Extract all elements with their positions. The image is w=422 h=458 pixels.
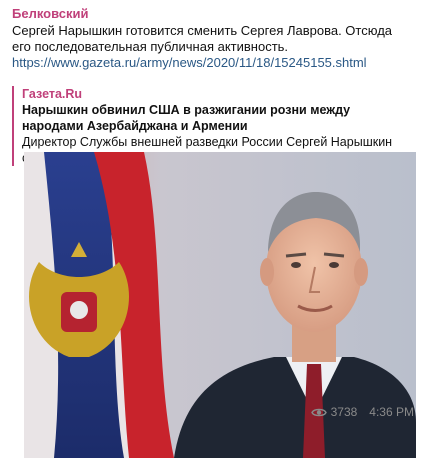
channel-post: Белковский Сергей Нарышкин готовится сме…	[0, 0, 422, 458]
link-preview[interactable]: Газета.Ru Нарышкин обвинил США в разжига…	[12, 86, 416, 458]
post-meta: 3738 4:36 PM	[310, 405, 414, 419]
post-text: Сергей Нарышкин готовится сменить Сергея…	[12, 23, 393, 54]
preview-site-name: Газета.Ru	[22, 87, 83, 101]
preview-title: Нарышкин обвинил США в разжигании розни …	[22, 103, 351, 133]
eye-icon	[310, 408, 327, 416]
post-link[interactable]: https://www.gazeta.ru/army/news/2020/11/…	[12, 55, 414, 71]
author-name[interactable]: Белковский	[12, 6, 414, 23]
view-count: 3738	[330, 405, 358, 419]
post-time: 4:36 PM	[369, 405, 414, 419]
